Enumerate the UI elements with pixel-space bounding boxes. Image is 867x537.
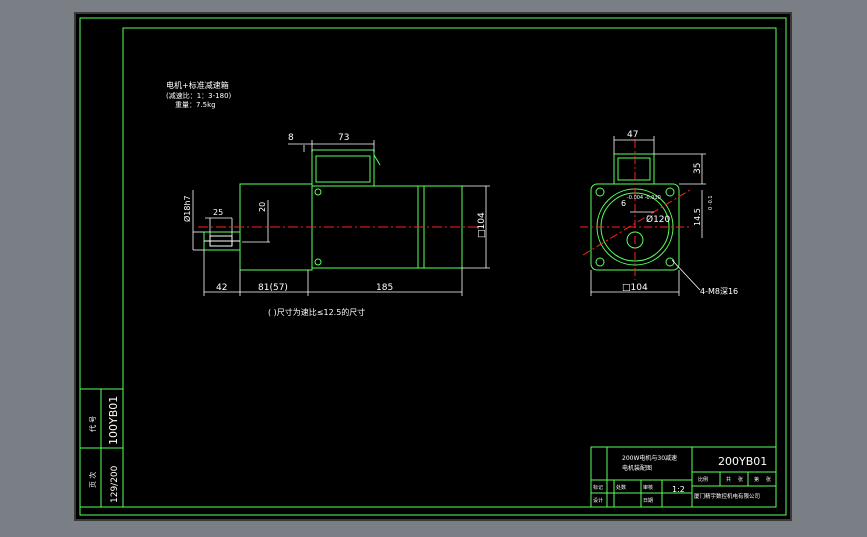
- title-desc-2: 电机装配图: [622, 464, 652, 472]
- cell-8: 第: [754, 476, 759, 483]
- note-line-1: 电机+标准减速箱: [166, 80, 229, 90]
- cell-4: 日期: [643, 498, 653, 504]
- cad-canvas: 电机+标准减速箱 (减速比：1：3-180) 重量：7.5kg 8 73 Ø18…: [0, 0, 867, 533]
- note-line-2: (减速比：1：3-180): [166, 91, 232, 100]
- dim-top-box: 73: [338, 133, 349, 143]
- dim-square-side: □104: [477, 212, 487, 238]
- dim-box-width: 47: [627, 130, 638, 140]
- dim-shaft-dia: Ø18h7: [182, 195, 192, 222]
- dim-key-depth-tol: 0 -0.1: [708, 195, 714, 210]
- stamp-label-b: 页 次: [88, 472, 97, 488]
- cell-5: 比例: [698, 476, 708, 483]
- dim-top-small: 8: [288, 133, 294, 143]
- dim-box-height: 35: [693, 163, 703, 174]
- stamp-label-a: 代 号: [88, 416, 97, 432]
- title-scale: 1:2: [672, 485, 685, 494]
- dim-key-width-tol: -0.004 -0.030: [627, 195, 661, 201]
- dim-square-front: □104: [622, 283, 648, 293]
- ratio-note: ( )尺寸为速比≤12.5的尺寸: [268, 307, 365, 317]
- dim-key: 25: [213, 208, 223, 217]
- dim-pilot: Ø120: [646, 214, 671, 225]
- stamp-drawing-no: 100YB01: [107, 396, 120, 445]
- stamp-page: 129/200: [110, 465, 120, 503]
- title-drawing-no: 200YB01: [718, 455, 767, 468]
- dim-holes: 4-M8深16: [700, 287, 738, 296]
- cell-7: 张: [738, 476, 743, 483]
- dim-mid: 81(57): [258, 283, 288, 293]
- cell-2: 设计: [593, 497, 603, 504]
- cell-0: 标记: [593, 484, 603, 491]
- cell-9: 张: [766, 476, 771, 483]
- dim-key-height: 20: [258, 202, 267, 212]
- cell-1: 处数: [616, 484, 626, 491]
- dim-key-depth: 14.5: [693, 208, 702, 226]
- cell-6: 共: [726, 476, 731, 483]
- dim-key-width: 6: [621, 199, 626, 208]
- note-line-3: 重量：7.5kg: [175, 101, 216, 109]
- title-desc-1: 200W电机与30减速: [622, 454, 677, 462]
- title-company: 厦门精宇数控机电有限公司: [694, 492, 760, 500]
- cell-3: 审核: [643, 484, 653, 491]
- dim-shaft-len: 42: [216, 283, 227, 293]
- dim-body: 185: [376, 283, 393, 293]
